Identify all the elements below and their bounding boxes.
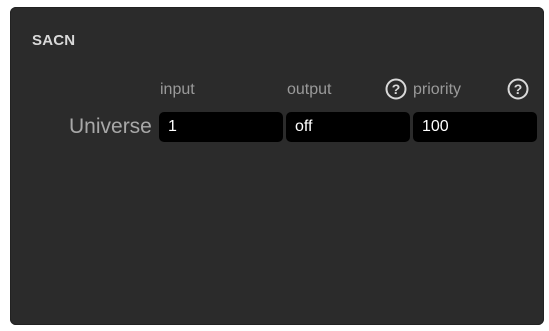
help-glyph: ?: [392, 81, 401, 97]
column-header-output: output: [287, 81, 332, 98]
sacn-panel: SACN input output ? priority ? Universe …: [10, 7, 544, 325]
priority-help-icon[interactable]: ?: [507, 78, 529, 100]
universe-priority-field[interactable]: 100: [413, 112, 537, 142]
column-header-priority: priority: [413, 81, 462, 98]
output-help-icon[interactable]: ?: [385, 78, 407, 100]
universe-output-field[interactable]: off: [286, 112, 410, 142]
panel-title: SACN: [32, 32, 76, 49]
help-glyph: ?: [514, 81, 523, 97]
universe-input-field[interactable]: 1: [159, 112, 283, 142]
universe-label: Universe: [69, 115, 152, 138]
column-header-input: input: [160, 81, 195, 98]
